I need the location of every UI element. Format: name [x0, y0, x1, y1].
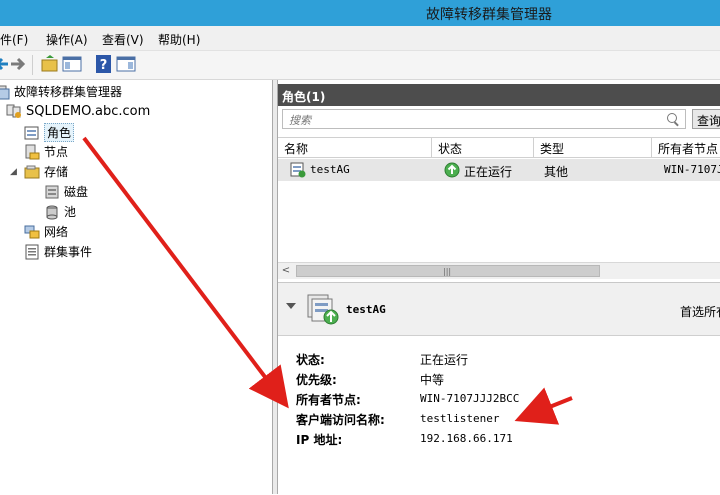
forward-arrow-icon[interactable] [8, 54, 28, 74]
prop-value-ip-address: 192.168.66.171 [420, 432, 513, 445]
folder-up-icon[interactable] [40, 54, 60, 74]
tree-item-pools[interactable]: 池 [44, 203, 76, 220]
window-title: 故障转移群集管理器 [426, 7, 552, 23]
roles-pane: 角色(1) 查询 名称 状态 类型 所有者节点 testAG 正在运行 其他 W… [278, 84, 720, 279]
expand-triangle-icon[interactable]: ◢ [10, 167, 20, 177]
networks-icon [24, 225, 40, 238]
toolbar-separator [32, 55, 33, 75]
role-owner-node: WIN-7107JJJ2BCC [664, 163, 720, 176]
grip-icon: ||| [443, 267, 452, 276]
navigation-tree: 故障转移群集管理器 SQLDEMO.abc.com 角色 节点 ◢ 存储 磁盘 … [0, 80, 273, 494]
pools-icon [46, 205, 58, 219]
tree-item-nodes[interactable]: 节点 [24, 143, 68, 160]
prop-label-priority: 优先级: [296, 373, 337, 387]
roles-icon [24, 126, 39, 139]
toolbar: ? [0, 51, 720, 80]
menu-action[interactable]: 操作(A) [46, 31, 88, 48]
roles-grid: 名称 状态 类型 所有者节点 testAG 正在运行 其他 WIN-7107JJ… [278, 137, 720, 264]
action-pane-icon[interactable] [116, 54, 136, 74]
column-header-status[interactable]: 状态 [432, 138, 534, 158]
title-bar: 故障转移群集管理器 [0, 0, 720, 26]
cluster-manager-icon [0, 85, 10, 99]
horizontal-scrollbar[interactable]: < ||| [278, 262, 720, 279]
prop-value-client-access-name: testlistener [420, 412, 500, 425]
menu-help[interactable]: 帮助(H) [158, 31, 200, 48]
roles-pane-title: 角色(1) [282, 90, 326, 104]
query-button[interactable]: 查询 [692, 109, 720, 129]
prop-label-client-access-name: 客户端访问名称: [296, 413, 385, 427]
detail-role-name: testAG [346, 303, 386, 316]
prop-label-ip-address: IP 地址: [296, 433, 343, 447]
tree-item-networks[interactable]: 网络 [24, 223, 68, 240]
column-header-owner[interactable]: 所有者节点 [652, 138, 720, 158]
menu-file[interactable]: 文件(F) [0, 31, 28, 48]
column-header-name[interactable]: 名称 [278, 138, 432, 158]
search-icon[interactable] [667, 113, 677, 123]
search-box[interactable] [282, 109, 686, 129]
prop-label-owner-node: 所有者节点: [296, 393, 361, 407]
prop-label-status: 状态: [296, 353, 325, 367]
tree-item-events[interactable]: 群集事件 [24, 243, 92, 260]
search-input[interactable] [287, 111, 661, 129]
nodes-icon [25, 144, 40, 159]
console-tree-icon[interactable] [62, 54, 82, 74]
cluster-icon [6, 104, 21, 118]
tree-item-roles[interactable]: 角色 [24, 123, 75, 142]
prop-value-priority: 中等 [420, 373, 445, 387]
tree-item-cluster[interactable]: SQLDEMO.abc.com [6, 103, 150, 119]
tree-item-disks[interactable]: 磁盘 [44, 183, 88, 200]
running-status-icon [444, 162, 460, 178]
tree-item-root[interactable]: 故障转移群集管理器 [0, 83, 122, 100]
roles-pane-header: 角色(1) [278, 84, 720, 106]
scrollbar-thumb[interactable]: ||| [296, 265, 600, 277]
role-status: 正在运行 [464, 165, 513, 179]
menu-bar: 文件(F) 操作(A) 查看(V) 帮助(H) [0, 26, 720, 51]
column-header-type[interactable]: 类型 [534, 138, 652, 158]
prop-value-status: 正在运行 [420, 353, 469, 367]
role-icon [290, 162, 306, 178]
detail-header: testAG 首选所有者 [278, 283, 720, 336]
scroll-left-icon[interactable]: < [280, 265, 292, 277]
role-type: 其他 [544, 165, 569, 179]
collapse-chevron-icon[interactable] [286, 303, 296, 309]
prop-value-owner-node: WIN-7107JJJ2BCC [420, 392, 520, 405]
help-icon[interactable]: ? [94, 54, 114, 74]
detail-pane: testAG 首选所有者 状态: 正在运行 优先级: 中等 所有者节点: WIN… [278, 282, 720, 495]
events-icon [25, 244, 39, 259]
preferred-owner-label[interactable]: 首选所有者 [680, 303, 720, 320]
table-row[interactable]: testAG 正在运行 其他 WIN-7107JJJ2BCC [278, 159, 720, 181]
role-large-icon [307, 294, 339, 325]
role-name: testAG [310, 163, 350, 176]
svg-text:?: ? [100, 58, 108, 73]
tree-item-storage[interactable]: ◢ 存储 [10, 163, 68, 180]
storage-icon [24, 165, 40, 178]
disks-icon [45, 185, 59, 198]
menu-view[interactable]: 查看(V) [102, 31, 144, 48]
